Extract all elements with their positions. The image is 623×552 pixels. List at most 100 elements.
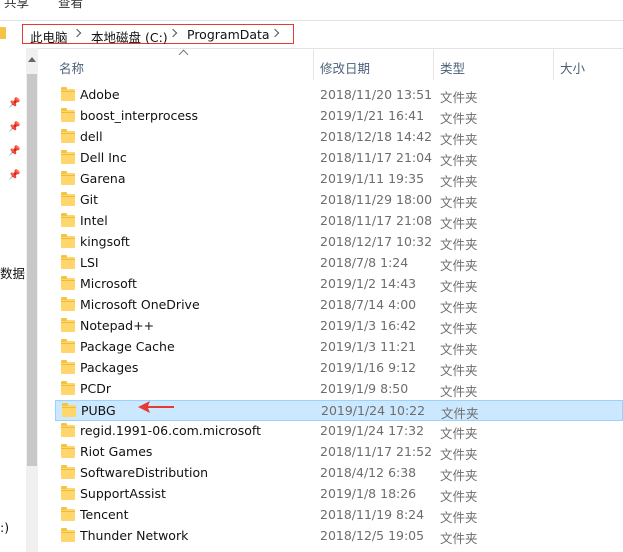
file-type: 文件夹: [440, 447, 478, 462]
file-row[interactable]: Git 2018/11/29 18:00 文件夹: [55, 190, 623, 211]
folder-icon: [61, 318, 75, 332]
file-modified-date: 2018/11/19 8:24: [320, 507, 425, 522]
file-name: LSI: [80, 255, 99, 270]
breadcrumb-local-disk[interactable]: 本地磁盘 (C:): [91, 27, 168, 46]
file-modified-date: 2019/1/9 8:50: [320, 381, 409, 396]
breadcrumb-this-pc[interactable]: 此电脑: [30, 27, 68, 46]
file-modified-date: 2019/1/16 9:12: [320, 360, 417, 375]
column-header-size[interactable]: 大小: [560, 58, 585, 77]
file-modified-date: 2019/1/8 18:26: [320, 486, 417, 501]
folder-icon: [61, 87, 75, 101]
column-divider[interactable]: [553, 50, 554, 80]
file-row[interactable]: Tencent 2018/11/19 8:24 文件夹: [55, 505, 623, 526]
file-row[interactable]: PCDr 2019/1/9 8:50 文件夹: [55, 379, 623, 400]
file-name: Tencent: [80, 507, 129, 522]
folder-icon: [61, 465, 75, 479]
file-modified-date: 2018/7/8 1:24: [320, 255, 409, 270]
file-name: Thunder Network: [80, 528, 189, 543]
column-header-type[interactable]: 类型: [440, 58, 465, 77]
file-type: 文件夹: [440, 195, 478, 210]
file-name: Notepad++: [80, 318, 155, 333]
file-name: SoftwareDistribution: [80, 465, 209, 480]
folder-icon: [61, 360, 75, 374]
file-type: 文件夹: [440, 468, 478, 483]
file-row[interactable]: Intel 2018/11/17 21:08 文件夹: [55, 211, 623, 232]
file-type: 文件夹: [440, 237, 478, 252]
file-row[interactable]: LSI 2018/7/8 1:24 文件夹: [55, 253, 623, 274]
file-row[interactable]: Package Cache 2019/1/3 11:21 文件夹: [55, 337, 623, 358]
file-type: 文件夹: [440, 279, 478, 294]
tab-view[interactable]: 查看: [58, 0, 83, 11]
file-name: Riot Games: [80, 444, 153, 459]
file-modified-date: 2018/11/17 21:04: [320, 150, 433, 165]
file-modified-date: 2018/11/17 21:52: [320, 444, 433, 459]
file-modified-date: 2019/1/21 16:41: [320, 108, 425, 123]
folder-icon: [61, 276, 75, 290]
file-type: 文件夹: [440, 531, 478, 546]
file-modified-date: 2019/1/3 16:42: [320, 318, 417, 333]
file-row[interactable]: Packages 2019/1/16 9:12 文件夹: [55, 358, 623, 379]
folder-icon: [62, 403, 76, 417]
file-row[interactable]: Dell Inc 2018/11/17 21:04 文件夹: [55, 148, 623, 169]
file-row[interactable]: Microsoft OneDrive 2018/7/14 4:00 文件夹: [55, 295, 623, 316]
file-row[interactable]: SupportAssist 2019/1/8 18:26 文件夹: [55, 484, 623, 505]
address-bar[interactable]: 此电脑 本地磁盘 (C:) ProgramData: [0, 20, 623, 49]
file-modified-date: 2018/11/17 21:08: [320, 213, 433, 228]
folder-icon: [61, 381, 75, 395]
file-type: 文件夹: [440, 321, 478, 336]
file-row[interactable]: Thunder Network 2018/12/5 19:05 文件夹: [55, 526, 623, 547]
file-name: boost_interprocess: [80, 108, 199, 123]
file-modified-date: 2019/1/3 11:21: [320, 339, 417, 354]
column-header-modified[interactable]: 修改日期: [320, 58, 370, 77]
file-name: SupportAssist: [80, 486, 166, 501]
file-row[interactable]: SoftwareDistribution 2018/4/12 6:38 文件夹: [55, 463, 623, 484]
tab-share[interactable]: 共享: [4, 0, 29, 11]
pin-icon: 📌: [8, 170, 21, 181]
file-row[interactable]: Adobe 2018/11/20 13:51 文件夹: [55, 85, 623, 106]
file-type: 文件夹: [440, 258, 478, 273]
file-row[interactable]: kingsoft 2018/12/17 10:32 文件夹: [55, 232, 623, 253]
file-type: 文件夹: [440, 174, 478, 189]
column-divider[interactable]: [313, 50, 314, 80]
file-modified-date: 2018/4/12 6:38: [320, 465, 417, 480]
file-type: 文件夹: [440, 132, 478, 147]
folder-icon: [61, 129, 75, 143]
file-name: regid.1991-06.com.microsoft: [80, 423, 262, 438]
pin-icon: 📌: [8, 146, 21, 157]
file-type: 文件夹: [440, 300, 478, 315]
file-type: 文件夹: [440, 363, 478, 378]
file-name: kingsoft: [80, 234, 130, 249]
nav-item-label[interactable]: :): [0, 520, 9, 535]
file-type: 文件夹: [440, 384, 478, 399]
breadcrumb-programdata[interactable]: ProgramData: [187, 27, 270, 42]
file-modified-date: 2019/1/24 10:22: [321, 403, 426, 418]
file-row[interactable]: Microsoft 2019/1/2 14:43 文件夹: [55, 274, 623, 295]
file-modified-date: 2018/11/29 18:00: [320, 192, 433, 207]
pin-icon: 📌: [8, 98, 21, 109]
folder-icon: [61, 234, 75, 248]
file-name: PCDr: [80, 381, 112, 396]
file-row[interactable]: dell 2018/12/18 14:42 文件夹: [55, 127, 623, 148]
column-divider[interactable]: [433, 50, 434, 80]
file-name: dell: [80, 129, 103, 144]
file-name: Git: [80, 192, 99, 207]
file-type: 文件夹: [441, 406, 479, 421]
file-modified-date: 2019/1/11 19:35: [320, 171, 425, 186]
file-type: 文件夹: [440, 426, 478, 441]
column-header-name[interactable]: 名称: [59, 58, 84, 77]
folder-icon: [61, 171, 75, 185]
file-type: 文件夹: [440, 111, 478, 126]
file-modified-date: 2019/1/2 14:43: [320, 276, 417, 291]
folder-icon: [0, 27, 6, 39]
nav-scrollbar-thumb[interactable]: [27, 74, 37, 466]
file-row[interactable]: boost_interprocess 2019/1/21 16:41 文件夹: [55, 106, 623, 127]
file-row[interactable]: Riot Games 2018/11/17 21:52 文件夹: [55, 442, 623, 463]
folder-icon: [61, 486, 75, 500]
file-modified-date: 2018/7/14 4:00: [320, 297, 417, 312]
scroll-up-arrow-icon[interactable]: [28, 57, 36, 62]
file-row[interactable]: Notepad++ 2019/1/3 16:42 文件夹: [55, 316, 623, 337]
file-row[interactable]: Garena 2019/1/11 19:35 文件夹: [55, 169, 623, 190]
file-type: 文件夹: [440, 216, 478, 231]
nav-item-label[interactable]: 数据: [0, 263, 25, 282]
file-row[interactable]: regid.1991-06.com.microsoft 2019/1/24 17:…: [55, 421, 623, 442]
